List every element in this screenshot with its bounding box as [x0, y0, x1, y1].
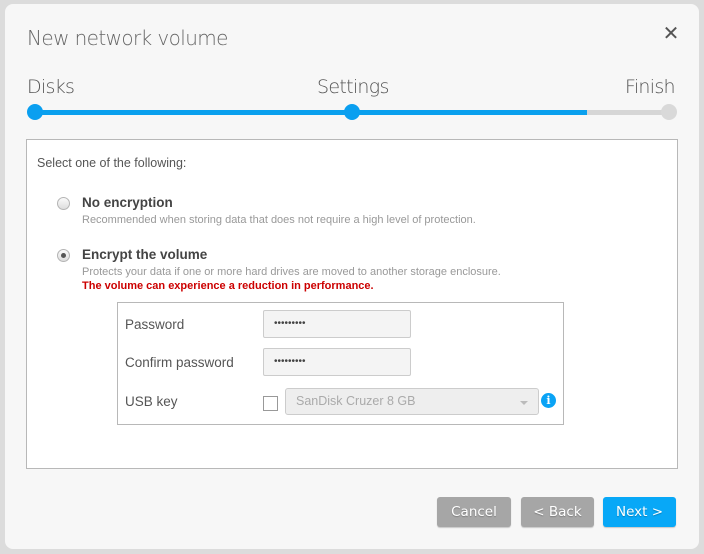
step-disks-label: Disks	[27, 76, 75, 98]
performance-warning: The volume can experience a reduction in…	[82, 280, 374, 292]
cancel-button[interactable]: Cancel	[437, 497, 511, 527]
step-finish-label: Finish	[625, 76, 676, 98]
confirm-password-input[interactable]: •••••••••	[263, 348, 411, 376]
no-encryption-radio[interactable]	[57, 197, 70, 210]
close-icon[interactable]: ✕	[661, 22, 681, 44]
usb-key-select[interactable]: SanDisk Cruzer 8 GB	[285, 388, 539, 415]
step-disks-dot	[27, 104, 43, 120]
option-description: Protects your data if one or more hard d…	[82, 266, 501, 278]
encrypt-volume-radio[interactable]	[57, 249, 70, 262]
info-icon[interactable]: i	[541, 393, 556, 408]
dialog-title: New network volume	[27, 26, 228, 50]
step-settings-dot	[344, 104, 360, 120]
step-settings-label: Settings	[317, 76, 389, 98]
password-label: Password	[125, 317, 185, 332]
chevron-down-icon	[520, 401, 528, 405]
wizard-progress-fill	[35, 110, 587, 115]
step-finish-dot	[661, 104, 677, 120]
option-title: No encryption	[82, 195, 173, 210]
option-title: Encrypt the volume	[82, 247, 208, 262]
encryption-settings-box: Password ••••••••• Confirm password ••••…	[117, 302, 564, 425]
confirm-password-label: Confirm password	[125, 355, 234, 370]
usb-key-checkbox[interactable]	[263, 396, 278, 411]
usb-key-label: USB key	[125, 394, 178, 409]
usb-key-selected-value: SanDisk Cruzer 8 GB	[296, 394, 416, 408]
password-input[interactable]: •••••••••	[263, 310, 411, 338]
new-network-volume-dialog: New network volume ✕ Disks Settings Fini…	[5, 4, 699, 549]
option-description: Recommended when storing data that does …	[82, 214, 476, 226]
back-button[interactable]: < Back	[521, 497, 594, 527]
selection-prompt: Select one of the following:	[37, 156, 187, 170]
next-button[interactable]: Next >	[603, 497, 676, 527]
encryption-panel: Select one of the following: No encrypti…	[26, 139, 678, 469]
